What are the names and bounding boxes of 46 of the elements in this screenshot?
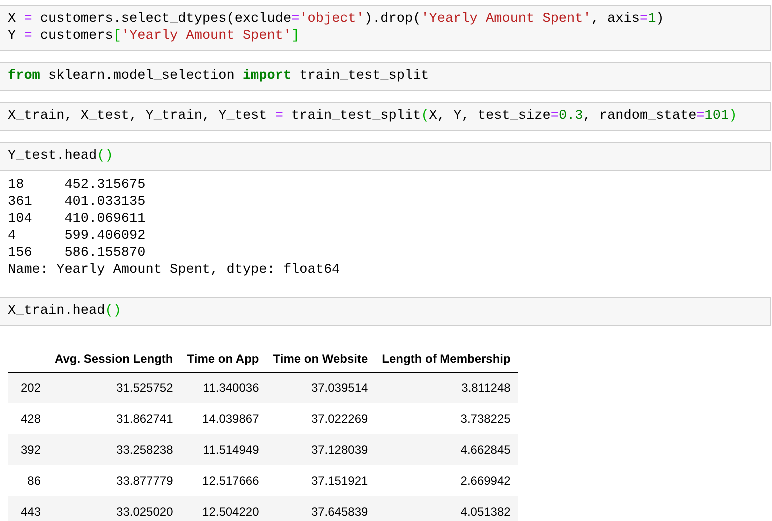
table-cell: 11.340036 [180, 372, 266, 403]
table-cell: 33.025020 [48, 496, 180, 521]
row-index: 428 [8, 403, 48, 434]
column-header: Time on Website [266, 346, 376, 372]
table-cell: 11.514949 [180, 434, 266, 465]
table-cell: 37.128039 [266, 434, 376, 465]
column-header: Length of Membership [375, 346, 518, 372]
code-cell[interactable]: X_train.head() [0, 297, 771, 326]
table-cell: 14.039867 [180, 403, 266, 434]
row-index: 443 [8, 496, 48, 521]
code-line: Y = customers['Yearly Amount Spent'] [8, 28, 300, 45]
column-header: Avg. Session Length [48, 346, 180, 372]
table-cell: 37.022269 [266, 403, 376, 434]
table-cell: 37.039514 [266, 372, 376, 403]
code-line: X_train, X_test, Y_train, Y_test = train_test_split(X, Y, test_size=0.3, random_state=101) [8, 108, 738, 125]
table-cell: 12.517666 [180, 465, 266, 496]
row-index: 202 [8, 372, 48, 403]
column-header: Time on App [180, 346, 266, 372]
output-line: 156 586.155870 [8, 245, 146, 262]
row-index: 392 [8, 434, 48, 465]
table-cell: 37.151921 [266, 465, 376, 496]
code-cell[interactable]: X_train, X_test, Y_train, Y_test = train_test_split(X, Y, test_size=0.3, random_state=101) [0, 102, 771, 131]
code-line: from sklearn.model_selection import train_test_split [8, 68, 430, 85]
table-cell: 2.669942 [375, 465, 518, 496]
table-cell: 12.504220 [180, 496, 266, 521]
table-cell: 3.811248 [375, 372, 518, 403]
output-line: Name: Yearly Amount Spent, dtype: float64 [8, 262, 340, 279]
code-line: X_train.head() [8, 303, 122, 320]
output-line: 4 599.406092 [8, 228, 146, 245]
output-line: 18 452.315675 [8, 177, 146, 194]
table-cell: 37.645839 [266, 496, 376, 521]
code-cell[interactable]: from sklearn.model_selection import train_test_split [0, 62, 771, 91]
output-line: 361 401.033135 [8, 194, 146, 211]
table-cell: 4.662845 [375, 434, 518, 465]
table-cell: 33.877779 [48, 465, 180, 496]
table-cell: 31.525752 [48, 372, 180, 403]
code-cell[interactable]: Y_test.head() [0, 142, 771, 171]
code-line: X = customers.select_dtypes(exclude='object').drop('Yearly Amount Spent', axis=1) [8, 11, 664, 28]
table-cell: 4.051382 [375, 496, 518, 521]
code-line: Y_test.head() [8, 148, 114, 165]
table-cell: 3.738225 [375, 403, 518, 434]
output-line: 104 410.069611 [8, 211, 146, 228]
row-index: 86 [8, 465, 48, 496]
table-cell: 31.862741 [48, 403, 180, 434]
table-cell: 33.258238 [48, 434, 180, 465]
code-cell[interactable]: X = customers.select_dtypes(exclude='object').drop('Yearly Amount Spent', axis=1) Y = customers['Yearly Amount Spent'] [0, 5, 771, 51]
